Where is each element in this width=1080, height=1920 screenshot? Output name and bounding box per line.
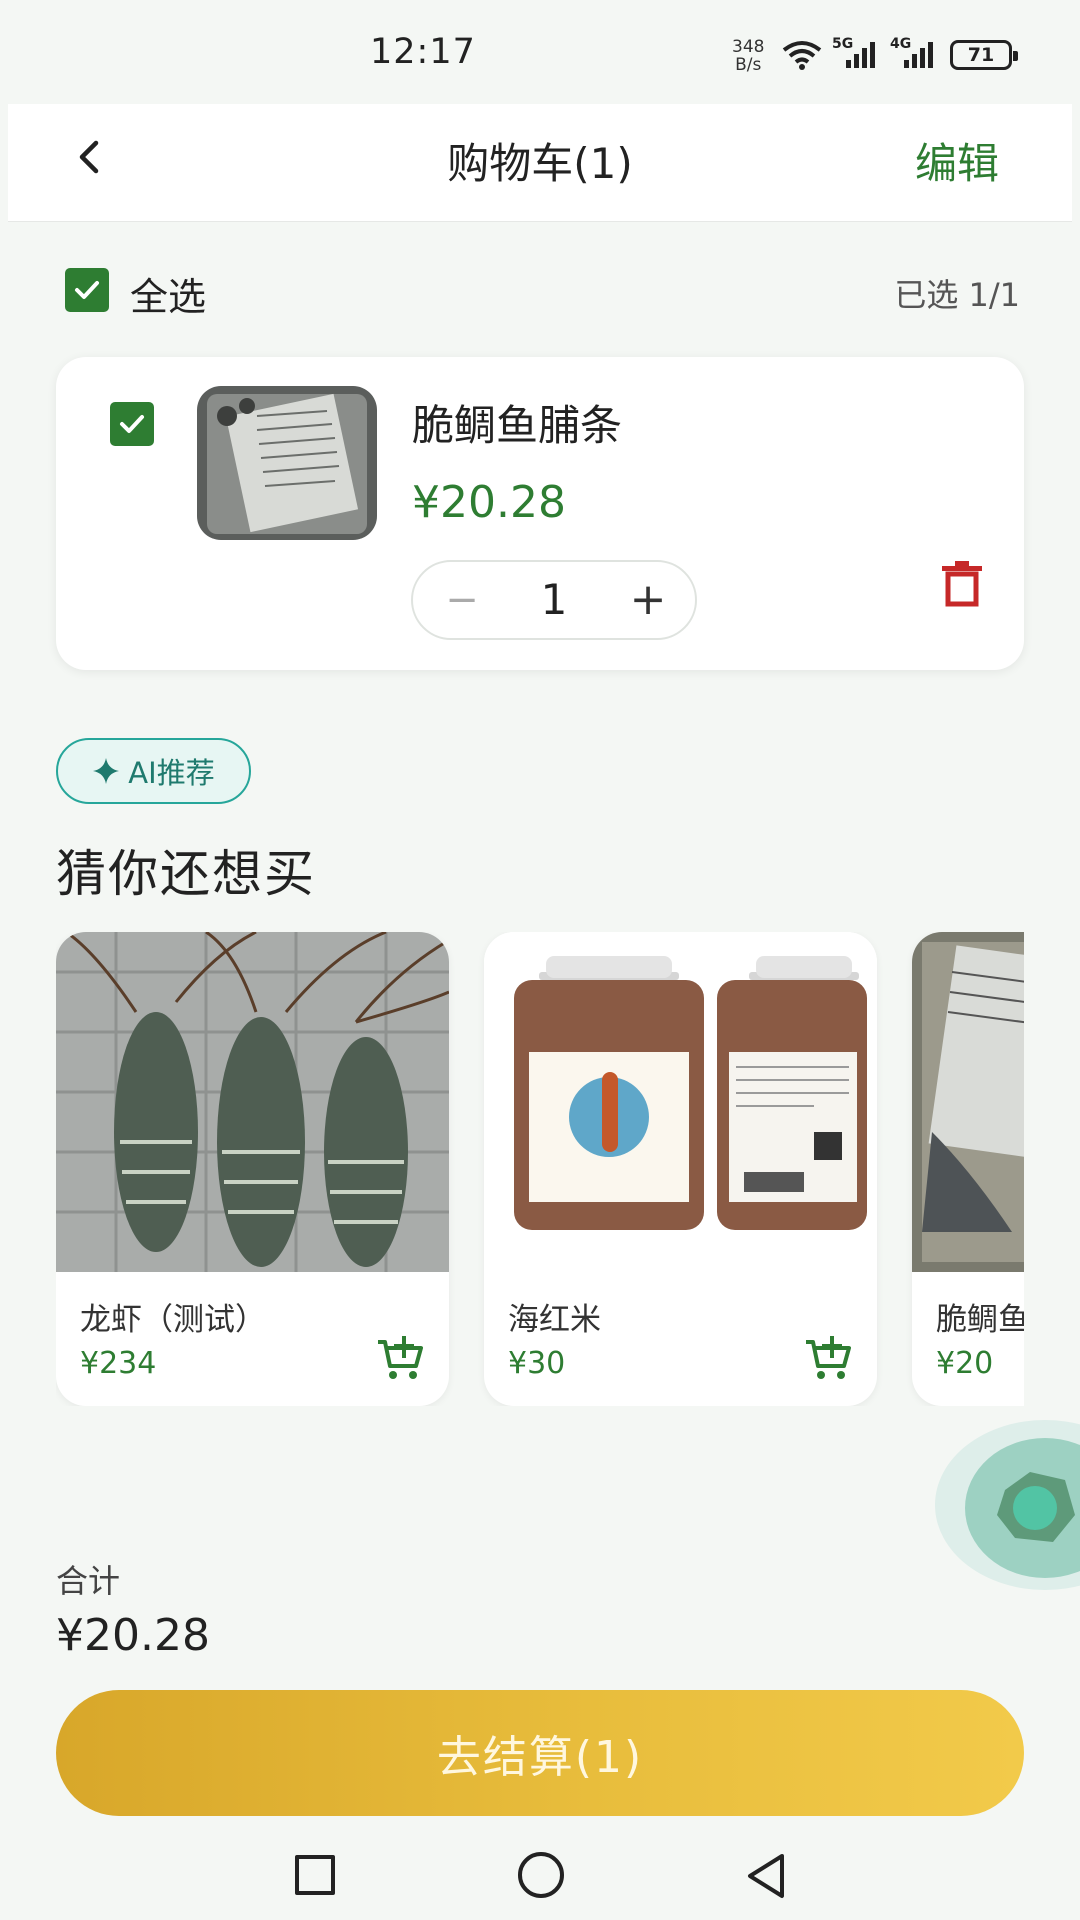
sparkle-icon: [93, 758, 120, 784]
edit-button[interactable]: 编辑: [915, 130, 999, 191]
cart-item-price: ¥20.28: [412, 477, 566, 528]
quantity-decrease-button[interactable]: −: [422, 562, 502, 638]
ai-recommend-label: AI推荐: [128, 756, 215, 790]
battery-icon: 71: [950, 40, 1018, 70]
product-image: [912, 932, 1024, 1272]
system-back-icon[interactable]: [744, 1852, 788, 1900]
product-image: [484, 932, 877, 1272]
quantity-increase-button[interactable]: +: [608, 562, 688, 638]
wifi-icon: [782, 41, 822, 70]
cart-item-checkbox[interactable]: [110, 402, 154, 446]
select-all-label: 全选: [130, 275, 207, 319]
product-image: [56, 932, 449, 1272]
network-speed: 348 B/s: [732, 38, 764, 74]
signal-5g-icon: 5G: [832, 36, 882, 70]
status-time: 12:17: [370, 32, 476, 72]
checkout-button[interactable]: 去结算(1): [56, 1690, 1024, 1816]
selected-count: 已选 1/1: [894, 276, 1020, 314]
product-card[interactable]: 海红米 ¥30: [484, 932, 877, 1406]
check-icon: [75, 281, 99, 299]
product-card[interactable]: 龙虾（测试） ¥234: [56, 932, 449, 1406]
recommend-title: 猜你还想买: [56, 845, 316, 903]
quantity-value[interactable]: 1: [514, 562, 594, 638]
cart-item-name: 脆鲷鱼脯条: [412, 401, 623, 450]
ai-recommend-badge: AI推荐: [56, 738, 251, 804]
check-icon: [120, 415, 144, 433]
checkout-label: 去结算(1): [436, 1732, 644, 1783]
recommend-carousel[interactable]: 龙虾（测试） ¥234 海红米 ¥30 脆鲷鱼 ¥20: [56, 932, 1024, 1406]
cart-item-image[interactable]: [197, 386, 377, 540]
add-to-cart-icon[interactable]: [804, 1336, 852, 1382]
home-icon[interactable]: [518, 1852, 564, 1898]
product-name: 海红米: [508, 1302, 601, 1338]
product-card[interactable]: 脆鲷鱼脯条 ¥20: [912, 932, 1024, 1406]
select-all-checkbox[interactable]: [65, 268, 109, 312]
total-value: ¥20.28: [56, 1610, 210, 1661]
add-to-cart-icon[interactable]: [376, 1336, 424, 1382]
assistant-fab-icon[interactable]: [935, 1420, 1080, 1590]
product-name: 脆鲷鱼脯条: [936, 1302, 1024, 1338]
recent-apps-icon[interactable]: [295, 1855, 335, 1895]
network-speed-value: 348: [732, 37, 765, 57]
battery-level: 71: [967, 44, 995, 66]
product-price: ¥234: [80, 1346, 157, 1381]
trash-icon[interactable]: [940, 560, 984, 608]
signal-4g-icon: 4G: [890, 36, 940, 70]
network-speed-unit: B/s: [735, 55, 762, 75]
product-price: ¥20: [936, 1346, 994, 1381]
product-name: 龙虾（测试）: [80, 1302, 266, 1338]
total-label: 合计: [56, 1562, 121, 1600]
product-price: ¥30: [508, 1346, 566, 1381]
